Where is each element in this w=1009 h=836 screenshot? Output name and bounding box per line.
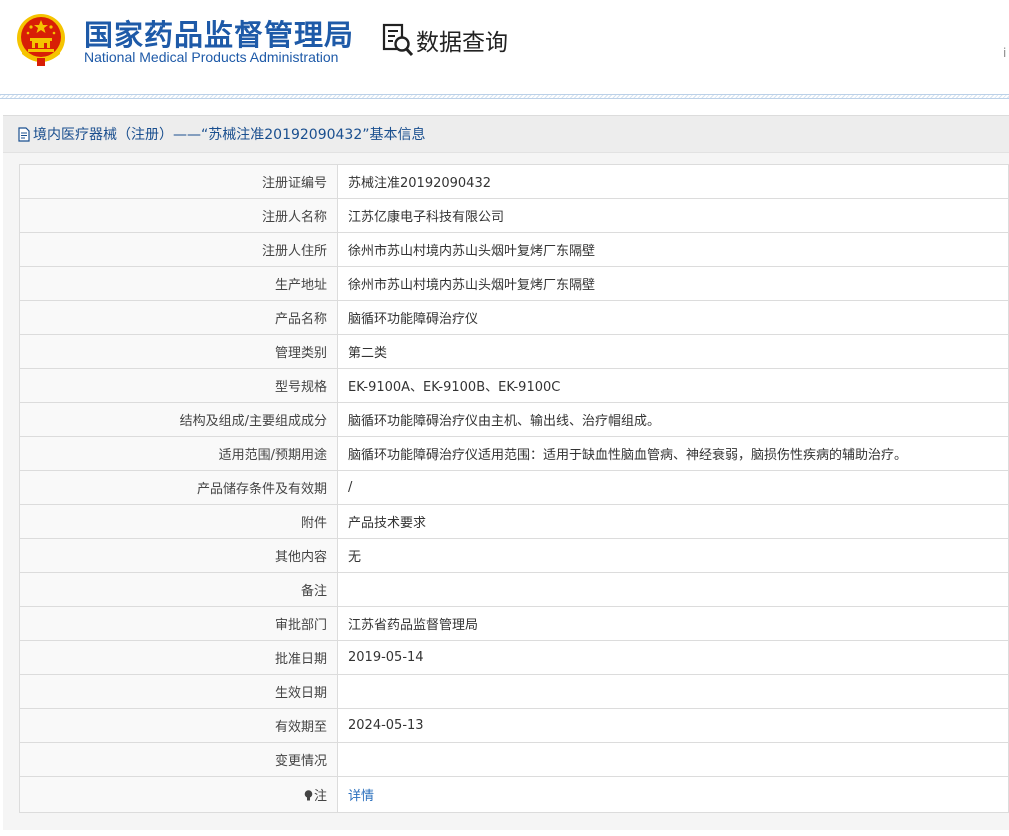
panel-title-bar: 境内医疗器械（注册）——“苏械注准20192090432”基本信息: [3, 115, 1009, 153]
row-value: 徐州市苏山村境内苏山头烟叶复烤厂东隔壁: [337, 232, 1009, 267]
document-icon: [18, 126, 30, 142]
org-name-en[interactable]: National Medical Products Administration: [84, 49, 338, 65]
row-value: 2024-05-13: [337, 708, 1009, 743]
data-query-label: 数据查询: [416, 30, 508, 56]
table-row: 其他内容 无: [19, 538, 1009, 573]
details-link[interactable]: 详情: [348, 789, 374, 804]
row-value: 产品技术要求: [337, 504, 1009, 539]
row-label: 产品名称: [19, 300, 338, 335]
row-value: 第二类: [337, 334, 1009, 369]
truncated-header-link[interactable]: i: [1003, 46, 1006, 60]
row-value: 脑循环功能障碍治疗仪: [337, 300, 1009, 335]
national-emblem-icon: [17, 14, 65, 66]
row-label: 审批部门: [19, 606, 338, 641]
row-value: [337, 674, 1009, 709]
row-value: [337, 742, 1009, 777]
row-label: 其他内容: [19, 538, 338, 573]
org-name-cn[interactable]: 国家药品监督管理局: [84, 12, 354, 54]
row-label: 管理类别: [19, 334, 338, 369]
row-label: 注册人住所: [19, 232, 338, 267]
table-row: 管理类别 第二类: [19, 334, 1009, 369]
row-label: 批准日期: [19, 640, 338, 675]
row-label: 注册人名称: [19, 198, 338, 233]
table-row: 产品储存条件及有效期 /: [19, 470, 1009, 505]
table-row: 备注: [19, 572, 1009, 607]
row-value: EK-9100A、EK-9100B、EK-9100C: [337, 368, 1009, 403]
table-row: 生产地址 徐州市苏山村境内苏山头烟叶复烤厂东隔壁: [19, 266, 1009, 301]
table-row: 批准日期 2019-05-14: [19, 640, 1009, 675]
row-label: 备注: [19, 572, 338, 607]
row-value: 脑循环功能障碍治疗仪适用范围：适用于缺血性脑血管病、神经衰弱，脑损伤性疾病的辅助…: [337, 436, 1009, 471]
table-row: 结构及组成/主要组成成分 脑循环功能障碍治疗仪由主机、输出线、治疗帽组成。: [19, 402, 1009, 437]
row-value: 苏械注准20192090432: [337, 164, 1009, 199]
table-row: 注册人名称 江苏亿康电子科技有限公司: [19, 198, 1009, 233]
row-value: [337, 572, 1009, 607]
row-label: 生产地址: [19, 266, 338, 301]
row-label: 有效期至: [19, 708, 338, 743]
row-label: 适用范围/预期用途: [19, 436, 338, 471]
magnifier-document-icon: [382, 23, 414, 57]
table-row: 适用范围/预期用途 脑循环功能障碍治疗仪适用范围：适用于缺血性脑血管病、神经衰弱…: [19, 436, 1009, 471]
table-row: 附件 产品技术要求: [19, 504, 1009, 539]
lightbulb-icon: [304, 790, 313, 801]
note-value-cell: 详情: [337, 776, 1009, 813]
row-label: 产品储存条件及有效期: [19, 470, 338, 505]
device-info-table: 注册证编号 苏械注准20192090432 注册人名称 江苏亿康电子科技有限公司…: [19, 164, 1009, 813]
row-value: 江苏亿康电子科技有限公司: [337, 198, 1009, 233]
row-value: 无: [337, 538, 1009, 573]
data-query-link[interactable]: 数据查询: [382, 22, 508, 58]
table-row: 变更情况: [19, 742, 1009, 777]
table-row: 审批部门 江苏省药品监督管理局: [19, 606, 1009, 641]
note-label-cell: 注: [19, 776, 338, 813]
row-value: 江苏省药品监督管理局: [337, 606, 1009, 641]
panel-title: 境内医疗器械（注册）——“苏械注准20192090432”基本信息: [33, 127, 426, 143]
row-label: 型号规格: [19, 368, 338, 403]
row-value: 2019-05-14: [337, 640, 1009, 675]
table-row: 注册证编号 苏械注准20192090432: [19, 164, 1009, 199]
row-label: 生效日期: [19, 674, 338, 709]
row-label: 附件: [19, 504, 338, 539]
table-row: 型号规格 EK-9100A、EK-9100B、EK-9100C: [19, 368, 1009, 403]
table-row: 有效期至 2024-05-13: [19, 708, 1009, 743]
row-label: 注册证编号: [19, 164, 338, 199]
row-label: 变更情况: [19, 742, 338, 777]
table-row: 产品名称 脑循环功能障碍治疗仪: [19, 300, 1009, 335]
row-value: /: [337, 470, 1009, 505]
note-row: 注 详情: [19, 776, 1009, 813]
table-row: 注册人住所 徐州市苏山村境内苏山头烟叶复烤厂东隔壁: [19, 232, 1009, 267]
header-divider: [0, 94, 1009, 99]
site-header: 国家药品监督管理局 National Medical Products Admi…: [0, 0, 1009, 96]
row-value: 脑循环功能障碍治疗仪由主机、输出线、治疗帽组成。: [337, 402, 1009, 437]
table-row: 生效日期: [19, 674, 1009, 709]
note-label: 注: [313, 789, 327, 804]
row-value: 徐州市苏山村境内苏山头烟叶复烤厂东隔壁: [337, 266, 1009, 301]
row-label: 结构及组成/主要组成成分: [19, 402, 338, 437]
